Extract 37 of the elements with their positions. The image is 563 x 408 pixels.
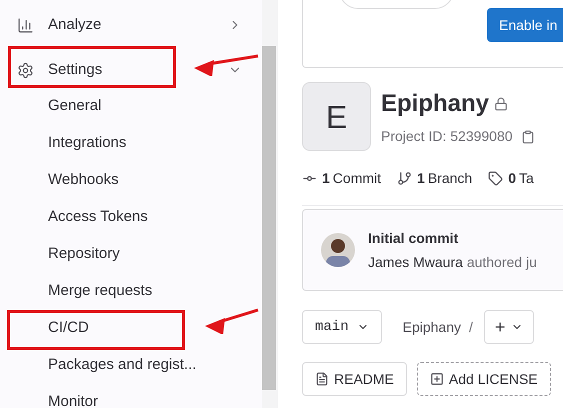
tag-icon [488, 171, 504, 186]
settings-icon [17, 62, 34, 78]
sidebar-subitem[interactable]: Merge requests [0, 273, 262, 310]
item-label: Analyze [48, 14, 102, 35]
stat-link[interactable]: 0 Ta [488, 168, 534, 189]
clipboard-icon[interactable] [520, 130, 535, 144]
file-icon [315, 372, 329, 386]
commit-author: James Mwaura authored ju [368, 252, 537, 272]
user-avatar [321, 233, 355, 267]
sidebar-subitem[interactable]: Monitor [0, 384, 262, 408]
sidebar-subitem[interactable]: Packages and regist... [0, 347, 262, 384]
sidebar-subitem[interactable]: General [0, 88, 262, 125]
item-label: Settings [48, 60, 102, 80]
stat-link[interactable]: 1 Branch [397, 168, 472, 189]
file-button[interactable]: README [302, 362, 407, 396]
sidebar-subitem[interactable]: Integrations [0, 125, 262, 162]
sidebar-subitem[interactable]: Repository [0, 236, 262, 273]
sidebar-item[interactable]: Analyze [0, 7, 262, 43]
plus-square-icon [430, 372, 444, 386]
branch-icon [397, 171, 412, 186]
project-id: Project ID: 52399080 [381, 127, 513, 146]
path-separator: / [469, 318, 473, 336]
project-avatar: E [302, 82, 371, 151]
sidebar-item[interactable]: Settings [0, 52, 262, 88]
breadcrumb[interactable]: Epiphany [402, 316, 461, 338]
commit-title: Initial commit [368, 228, 460, 248]
sidebar-subitem[interactable]: CI/CD [0, 310, 262, 347]
sidebar-subitem[interactable]: Webhooks [0, 162, 262, 199]
scrollbar[interactable] [262, 46, 276, 390]
sidebar-subitem[interactable]: Access Tokens [0, 199, 262, 236]
stat-link[interactable]: 1 Commit [302, 168, 382, 189]
project-title: Epiphany [381, 89, 490, 119]
file-button[interactable]: Add LICENSE [416, 362, 551, 396]
add-dropdown[interactable]: + [484, 310, 534, 344]
branch-dropdown[interactable]: main [302, 310, 382, 344]
chart-icon [17, 16, 34, 34]
enable-button[interactable]: Enable in [487, 8, 563, 42]
